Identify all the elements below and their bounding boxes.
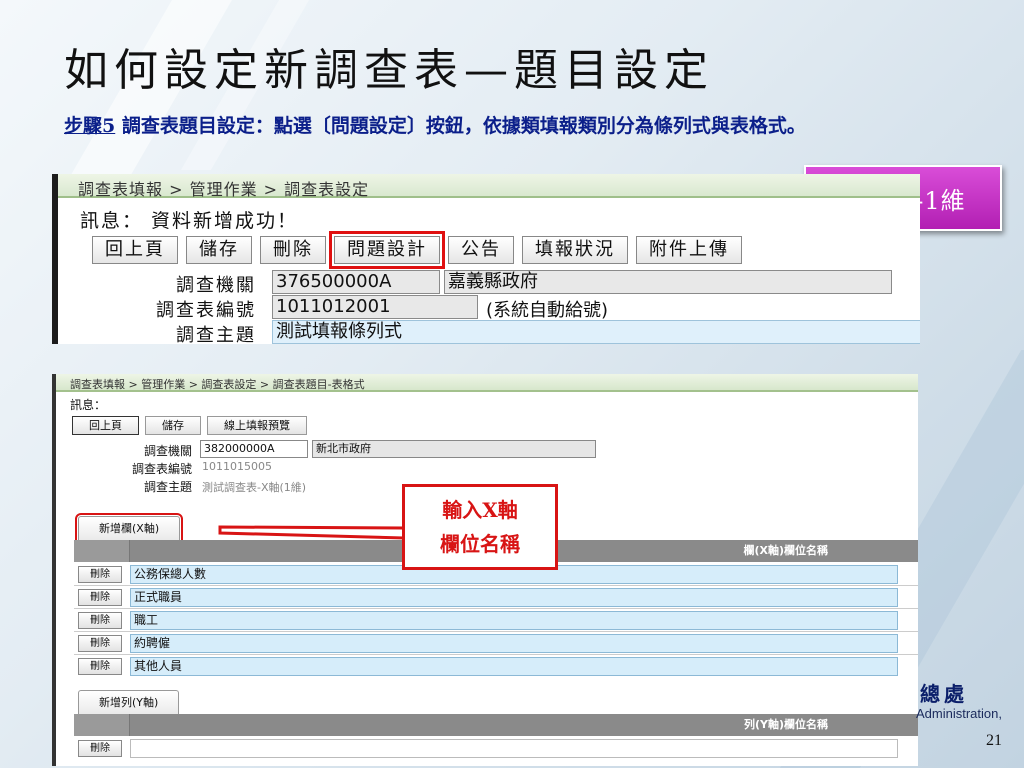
subject-label: 調查主題 — [176, 325, 256, 344]
agency-row: 調查機關 376500000A 嘉義縣政府 — [58, 270, 920, 296]
save-button[interactable]: 儲存 — [186, 236, 252, 264]
callout-box: 輸入X軸 欄位名稱 — [402, 484, 558, 570]
back-button[interactable]: 回上頁 — [72, 416, 139, 435]
table-row: 刪除 — [74, 737, 918, 759]
form-number-label: 調查表編號 — [131, 462, 192, 476]
attachment-upload-button[interactable]: 附件上傳 — [636, 236, 742, 264]
status-message: 訊息： — [70, 398, 107, 412]
row-name-input[interactable] — [130, 739, 898, 758]
step-label: 步驟5 — [64, 115, 116, 137]
row-grid-header: 列(Y軸)欄位名稱 — [74, 714, 918, 736]
step-instructions: 步驟5 調查表題目設定：點選〔問題設定〕按鈕，依據類填報類別分為條列式與表格式。 — [64, 110, 934, 142]
form-number-row: 調查表編號 1011015005 — [56, 460, 918, 476]
table-row: 刪除 正式職員 — [74, 586, 918, 609]
save-button[interactable]: 儲存 — [145, 416, 201, 435]
form-number-label: 調查表編號 — [156, 300, 256, 321]
form-number-value: 1011015005 — [202, 460, 272, 473]
table-row: 刪除 職工 — [74, 609, 918, 632]
header-corner — [74, 714, 130, 736]
column-name-input[interactable]: 職工 — [130, 611, 898, 630]
agency-label: 調查機關 — [176, 275, 256, 296]
agency-logo-text: 總處 — [920, 682, 968, 706]
agency-name-field[interactable]: 新北市政府 — [312, 440, 596, 458]
toolbar: 回上頁 儲存 刪除 問題設計 公告 填報狀況 附件上傳 — [58, 231, 920, 270]
add-column-button[interactable]: 新增欄(X軸) — [74, 513, 184, 543]
add-row-button[interactable]: 新增列(Y軸) — [78, 690, 180, 714]
breadcrumb: 調查表填報 > 管理作業 > 調查表設定 > 調查表題目-表格式 — [56, 374, 918, 392]
agency-row: 調查機關 382000000A 新北市政府 — [56, 440, 918, 460]
agency-code-field[interactable]: 376500000A — [272, 270, 440, 294]
row-header-label: 列(Y軸)欄位名稱 — [743, 718, 828, 731]
delete-button[interactable]: 刪除 — [260, 236, 326, 264]
status-message: 訊息： 資料新增成功！ — [80, 210, 299, 232]
announcement-button[interactable]: 公告 — [448, 236, 514, 264]
page-number: 21 — [986, 732, 1002, 749]
column-name-input[interactable]: 正式職員 — [130, 588, 898, 607]
subject-field[interactable]: 測試填報條列式 — [272, 320, 920, 344]
agency-name-field[interactable]: 嘉義縣政府 — [444, 270, 892, 294]
question-design-button[interactable]: 問題設計 — [329, 231, 445, 269]
column-header-label: 欄(X軸)欄位名稱 — [743, 544, 828, 557]
auto-number-note: (系統自動給號) — [486, 300, 609, 321]
fill-status-button[interactable]: 填報狀況 — [522, 236, 628, 264]
slide-title: 如何設定新調查表—題目設定 — [64, 45, 714, 96]
breadcrumb: 調查表填報 > 管理作業 > 調查表設定 — [58, 174, 920, 199]
step-description: 調查表題目設定：點選〔問題設定〕按鈕，依據類填報類別分為條列式與表格式。 — [115, 115, 806, 137]
form-number-row: 調查表編號 1011012001 (系統自動給號) — [58, 295, 920, 321]
callout-line-2: 欄位名稱 — [440, 532, 520, 556]
administration-text: Administration, — [916, 706, 1002, 721]
subject-row: 調查主題 測試填報條列式 — [58, 320, 920, 344]
column-name-input[interactable]: 約聘僱 — [130, 634, 898, 653]
table-row: 刪除 其他人員 — [74, 655, 918, 677]
delete-row-button[interactable]: 刪除 — [78, 566, 122, 583]
survey-settings-screenshot: 調查表填報 > 管理作業 > 調查表設定 訊息： 資料新增成功！ 回上頁 儲存 … — [52, 174, 920, 344]
online-preview-button[interactable]: 線上填報預覽 — [207, 416, 307, 435]
delete-row-button[interactable]: 刪除 — [78, 740, 122, 757]
agency-label: 調查機關 — [143, 444, 192, 458]
delete-row-button[interactable]: 刪除 — [78, 612, 122, 629]
delete-row-button[interactable]: 刪除 — [78, 658, 122, 675]
back-button[interactable]: 回上頁 — [92, 236, 178, 264]
header-corner — [74, 540, 130, 562]
table-question-screenshot: 調查表填報 > 管理作業 > 調查表設定 > 調查表題目-表格式 訊息： 回上頁… — [52, 374, 918, 766]
subject-label: 調查主題 — [143, 480, 192, 494]
form-number-field[interactable]: 1011012001 — [272, 295, 478, 319]
delete-row-button[interactable]: 刪除 — [78, 589, 122, 606]
column-name-input[interactable]: 其他人員 — [130, 657, 898, 676]
agency-code-field[interactable]: 382000000A — [200, 440, 308, 458]
callout-line-1: 輸入X軸 — [442, 498, 518, 522]
subject-value: 測試調查表-X軸(1維) — [202, 481, 307, 494]
toolbar: 回上頁 儲存 線上填報預覽 — [56, 416, 918, 440]
delete-row-button[interactable]: 刪除 — [78, 635, 122, 652]
table-row: 刪除 約聘僱 — [74, 632, 918, 655]
